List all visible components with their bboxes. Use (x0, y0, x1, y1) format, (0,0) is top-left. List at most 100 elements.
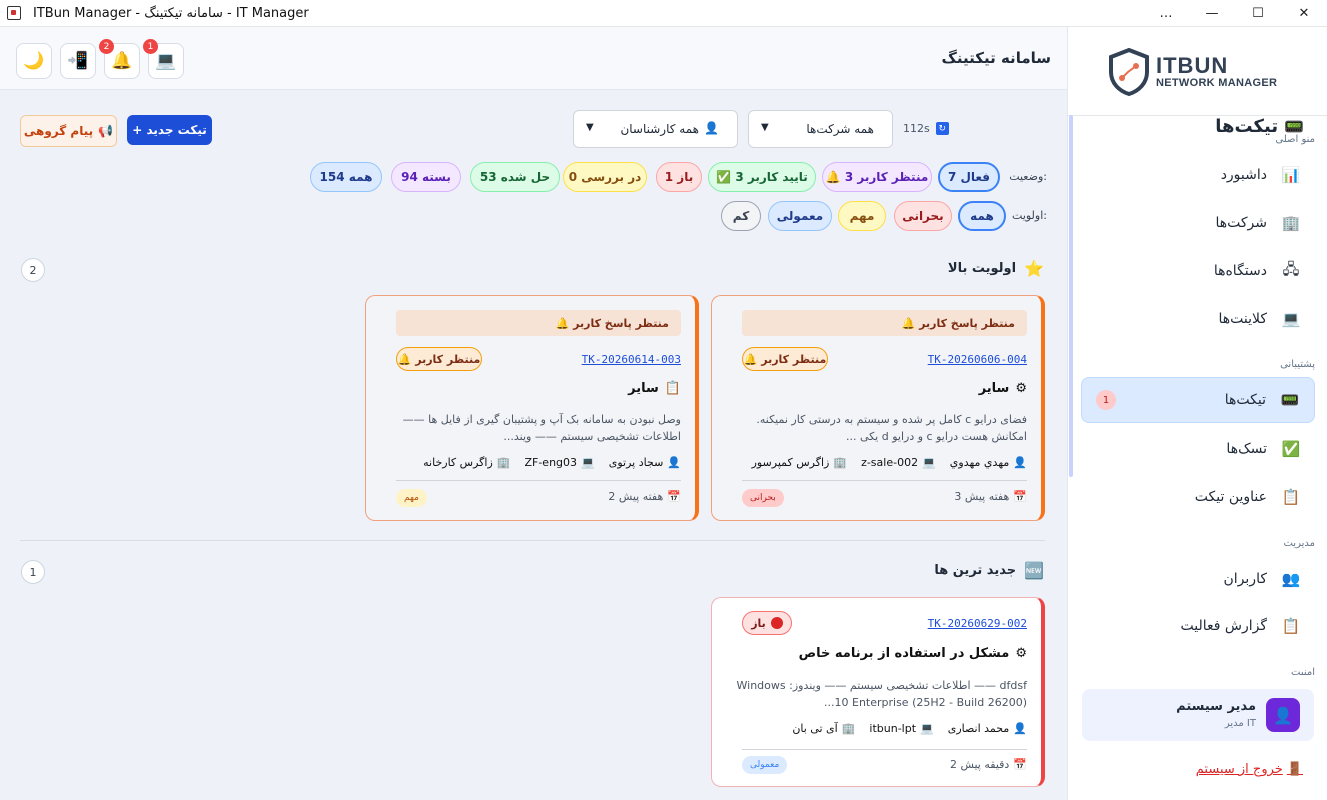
section-management: مدیریت (1283, 538, 1315, 549)
logout-link[interactable]: 🚪 خروج از سیستم (1196, 762, 1303, 777)
group-message-button[interactable]: پیام گروهی 📢 (20, 115, 117, 147)
sidebar-item-activity-report[interactable]: 📋 گزارش فعالیت (1081, 603, 1315, 649)
page-header: سامانه تیکتینگ 💻 1 🔔 2 📲 🌙 (0, 27, 1067, 90)
person-icon: 👤 (1013, 456, 1027, 469)
notifications-badge: 2 (99, 39, 114, 54)
sidebar-item-clients[interactable]: 💻 کلاینت‌ها (1081, 296, 1315, 342)
sidebar-item-devices[interactable]: 🖧 دستگاه‌ها (1081, 248, 1315, 294)
status-pill: باز (742, 611, 792, 635)
expert-select[interactable]: ▼ 👤 همه کارشناسان (573, 110, 738, 148)
sidebar-item-tickets[interactable]: 📟 تیکت‌ها 1 (1081, 377, 1315, 423)
client-button[interactable]: 💻 1 (143, 39, 184, 79)
ticket-meta: 👤 مهدي مهدوي 💻 z-sale-002 🏢 زاگرس کمپرسور (738, 456, 1027, 469)
ticket-id[interactable]: TK-20260614-003 (582, 353, 681, 366)
mobile-button[interactable]: 📲 (60, 43, 96, 79)
user-name: مدير سيستم (1176, 699, 1256, 714)
ticket-title-label: مشکل در استفاده از برنامه خاص (798, 646, 1010, 661)
status-chip-0[interactable]: فعال 7 (938, 162, 1000, 192)
sidebar-item-users[interactable]: 👥 کاربران (1081, 556, 1315, 602)
priority-chip-1[interactable]: بحرانی (894, 201, 952, 231)
ticket-id[interactable]: TK-20260606-004 (928, 353, 1027, 366)
calendar-icon: 📅 (1013, 758, 1027, 771)
brand-line2: NETWORK MANAGER (1156, 77, 1278, 89)
ticket-title: 📋 سایر (628, 381, 681, 396)
sidebar-item-label: تیکت‌ها (1224, 392, 1266, 408)
users-icon: 👥 (1281, 570, 1301, 588)
client-badge: 1 (143, 39, 158, 54)
refresh-timer: 112s (903, 122, 930, 135)
sidebar-item-label: عناوین تیکت (1194, 489, 1267, 505)
status-chip-4[interactable]: در بررسی 0 (563, 162, 647, 192)
building-icon: 🏢 (841, 722, 856, 735)
sidebar-item-label: شرکت‌ها (1215, 215, 1267, 231)
page-title: سامانه تیکتینگ (941, 49, 1051, 67)
person-icon: 👤 (704, 121, 719, 135)
sidebar-item-label: کاربران (1223, 571, 1267, 587)
ticket-meta: 👤 محمد انصاری 💻 itbun-lpt 🏢 آی تی بان (778, 722, 1027, 735)
status-chip-1[interactable]: 🔔 منتظر کاربر 3 (822, 162, 932, 192)
ticket-device: z-sale-002 (861, 456, 919, 469)
laptop-icon: 💻 (581, 456, 595, 469)
sidebar: ITBUN NETWORK MANAGER منو اصلی 📊 داشبورد… (1067, 27, 1327, 800)
priority-chip-0[interactable]: همه (958, 201, 1006, 231)
ticket-icon: 📟 (1284, 117, 1304, 136)
sidebar-item-companies[interactable]: 🏢 شرکت‌ها (1081, 200, 1315, 246)
waiting-banner: 🔔 منتظر پاسخ کاربر (742, 310, 1027, 336)
new-ticket-button[interactable]: + تیکت جدید (127, 115, 212, 145)
sidebar-item-label: داشبورد (1220, 167, 1267, 183)
chart-icon: 📊 (1281, 166, 1301, 184)
status-chip-3[interactable]: باز 1 (656, 162, 702, 192)
avatar: 👤 (1266, 698, 1300, 732)
priority-filter-label: اولویت: (1012, 209, 1047, 222)
priority-tag: بحرانی (742, 489, 784, 507)
refresh-indicator[interactable]: 112s ↻ (903, 122, 949, 135)
sidebar-scrollbar[interactable] (1069, 115, 1073, 477)
status-chip-5[interactable]: حل شده 53 (470, 162, 560, 192)
refresh-icon: ↻ (935, 122, 949, 135)
gear-icon: ⚙ (1015, 646, 1027, 661)
close-button[interactable]: ✕ (1281, 0, 1327, 27)
sidebar-item-dashboard[interactable]: 📊 داشبورد (1081, 152, 1315, 198)
company-select[interactable]: ▼ همه شرکت‌ها (748, 110, 893, 148)
status-chip-7[interactable]: همه 154 (310, 162, 382, 192)
window-titlebar: ITBun Manager - سامانه تیکتینگ - IT Mana… (0, 0, 1327, 27)
minimize-button[interactable]: — (1189, 0, 1235, 27)
ticket-card[interactable]: 🔔 منتظر پاسخ کاربر TK-20260606-004 🔔 منت… (711, 295, 1045, 521)
sidebar-item-tasks[interactable]: ✅ تسک‌ها (1081, 426, 1315, 472)
moon-icon: 🌙 (23, 51, 45, 71)
sidebar-item-ticket-titles[interactable]: 📋 عناوین تیکت (1081, 474, 1315, 520)
ticket-id[interactable]: TK-20260629-002 (928, 617, 1027, 630)
brand-line1: ITBUN (1156, 53, 1229, 78)
ticket-card[interactable]: TK-20260629-002 باز ⚙ مشکل در استفاده از… (711, 597, 1045, 787)
laptop-icon: 💻 (922, 456, 936, 469)
sidebar-item-label: کلاینت‌ها (1218, 311, 1267, 327)
brand-logo[interactable]: ITBUN NETWORK MANAGER (1108, 47, 1298, 97)
tickets-title-label: تیکت‌ها (1215, 116, 1279, 137)
ticket-card[interactable]: 🔔 منتظر پاسخ کاربر TK-20260614-003 🔔 منت… (365, 295, 699, 521)
ticket-company: آی تی بان (792, 722, 838, 735)
ticket-time-label: 2 دقیقه پیش (949, 758, 1010, 771)
notifications-button[interactable]: 🔔 2 (99, 39, 140, 79)
ticket-device: itbun-lpt (869, 722, 917, 735)
ticket-time: 📅 3 هفته پیش (954, 490, 1027, 503)
more-icon[interactable]: … (1143, 0, 1189, 27)
user-card[interactable]: 👤 مدير سيستم مدير IT (1082, 689, 1314, 741)
maximize-button[interactable]: ☐ (1235, 0, 1281, 27)
calendar-icon: 📅 (667, 490, 681, 503)
clipboard-icon: 📋 (1281, 488, 1301, 506)
status-chip-2[interactable]: ✅ تایید کاربر 3 (708, 162, 816, 192)
tickets-badge: 1 (1096, 390, 1116, 410)
sidebar-item-label: تسک‌ها (1226, 441, 1267, 457)
priority-chip-2[interactable]: مهم (838, 201, 886, 231)
laptop-icon: 💻 (920, 722, 934, 735)
status-chip-6[interactable]: بسته 94 (391, 162, 461, 192)
new-badge-icon: 🆕 (1024, 561, 1044, 580)
theme-toggle-button[interactable]: 🌙 (16, 43, 52, 79)
network-icon: 🖧 (1282, 259, 1300, 278)
newest-title: جدید ترین ها (934, 563, 1017, 578)
ticket-time: 📅 2 دقیقه پیش (950, 758, 1027, 771)
ticket-time: 📅 2 هفته پیش (608, 490, 681, 503)
sidebar-item-label: دستگاه‌ها (1213, 263, 1267, 279)
priority-chip-3[interactable]: معمولی (768, 201, 832, 231)
priority-chip-4[interactable]: کم (721, 201, 761, 231)
